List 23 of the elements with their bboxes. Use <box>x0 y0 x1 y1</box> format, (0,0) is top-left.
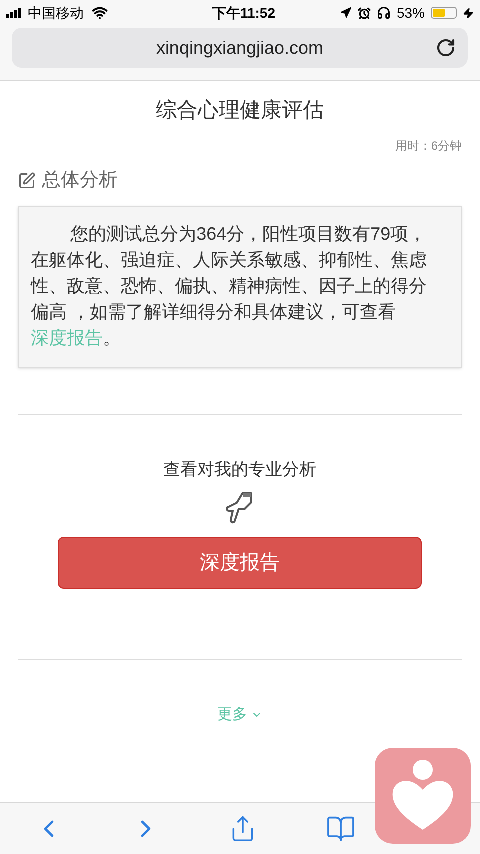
reload-icon[interactable] <box>436 38 456 58</box>
section-title: 总体分析 <box>42 168 118 192</box>
headphones-icon <box>376 6 391 20</box>
location-icon <box>340 7 352 19</box>
address-bar[interactable]: xinqingxiangjiao.com <box>12 28 468 68</box>
url-text: xinqingxiangjiao.com <box>156 36 324 60</box>
signal-icon <box>6 8 24 18</box>
clock: 下午11:52 <box>212 4 276 22</box>
edit-icon <box>18 172 36 190</box>
page-title: 综合心理健康评估 <box>155 98 325 124</box>
carrier-name: 中国移动 <box>28 4 84 22</box>
duration-text: 用时：6分钟 <box>395 138 462 154</box>
battery-percent: 53% <box>396 4 425 22</box>
prompt-text: 查看对我的专业分析 <box>164 459 316 481</box>
alarm-icon <box>358 6 371 20</box>
more-link[interactable]: 更多 <box>218 704 262 726</box>
pointing-hand-icon <box>225 490 255 524</box>
wifi-icon <box>92 5 108 21</box>
heart-app-icon[interactable] <box>375 748 471 844</box>
battery-icon <box>430 7 457 19</box>
summary-paragraph: 您的测试总分为364分，阳性项目数有79项，在躯体化、强迫症、人际关系敏感、抑郁性、焦虑性、敌意、恐怖、偏执、精神病性、因子上的得分偏高 ，如需了解详细得分和具体建议，可查看 深度报告。 <box>31 223 428 350</box>
report-button[interactable]: 深度报告 <box>58 536 422 588</box>
charging-icon <box>462 8 474 18</box>
